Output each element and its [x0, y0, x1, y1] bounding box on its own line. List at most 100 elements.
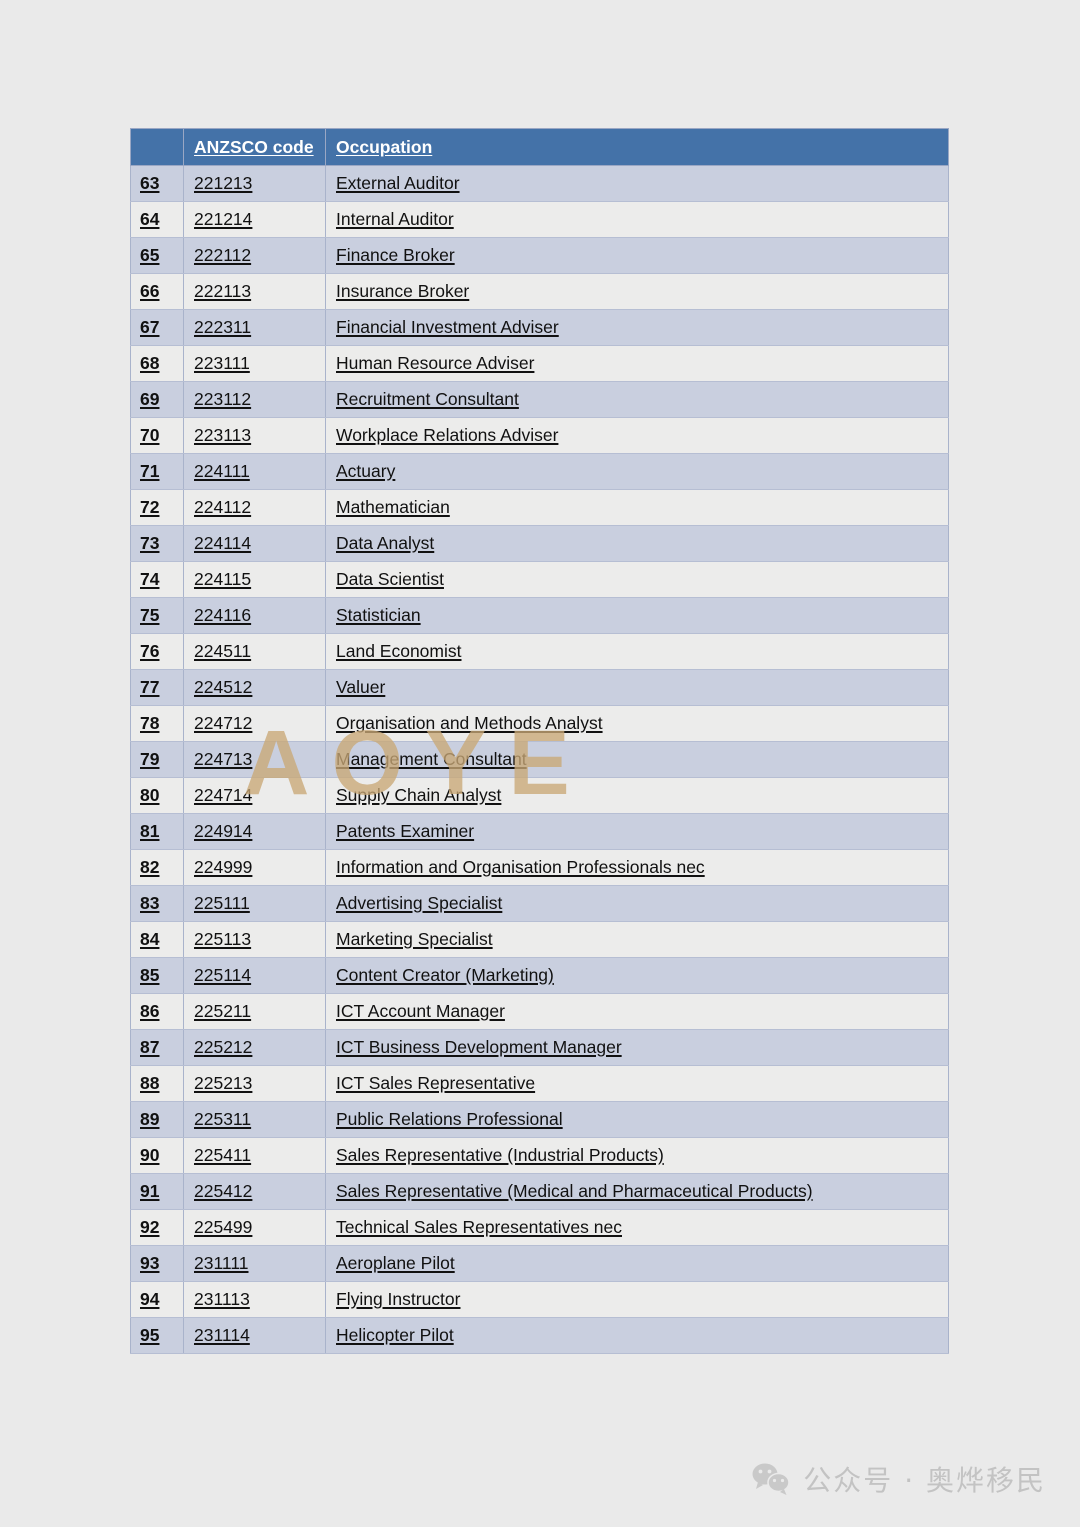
anzsco-code-cell: 224914	[183, 813, 326, 850]
row-index-text: 93	[140, 1253, 160, 1273]
row-index-cell: 94	[130, 1281, 184, 1318]
anzsco-code-cell: 225411	[183, 1137, 326, 1174]
occupation-text: Sales Representative (Industrial Product…	[336, 1145, 664, 1165]
anzsco-code-cell: 224714	[183, 777, 326, 814]
occupation-cell: Management Consultant	[325, 741, 949, 778]
anzsco-code-cell: 231113	[183, 1281, 326, 1318]
anzsco-code-text: 225111	[194, 893, 250, 913]
row-index-text: 66	[140, 281, 160, 301]
column-header-anzsco-code: ANZSCO code	[183, 128, 326, 166]
table-row: 70 223113 Workplace Relations Adviser	[130, 417, 949, 454]
row-index-cell: 75	[130, 597, 184, 634]
table-row: 78 224712 Organisation and Methods Analyst	[130, 705, 949, 742]
anzsco-code-text: 222113	[194, 281, 252, 301]
table-row: 80 224714 Supply Chain Analyst	[130, 777, 949, 814]
row-index-text: 72	[140, 497, 160, 517]
row-index-cell: 91	[130, 1173, 184, 1210]
row-index-text: 78	[140, 713, 160, 733]
row-index-text: 79	[140, 749, 160, 769]
row-index-cell: 77	[130, 669, 184, 706]
anzsco-code-cell: 225114	[183, 957, 326, 994]
occupation-cell: Content Creator (Marketing)	[325, 957, 949, 994]
anzsco-code-cell: 224116	[183, 597, 326, 634]
row-index-cell: 92	[130, 1209, 184, 1246]
occupation-text: Human Resource Adviser	[336, 353, 535, 373]
occupation-cell: Marketing Specialist	[325, 921, 949, 958]
table-row: 85 225114 Content Creator (Marketing)	[130, 957, 949, 994]
row-index-cell: 73	[130, 525, 184, 562]
anzsco-code-text: 225213	[194, 1073, 253, 1093]
anzsco-code-cell: 231111	[183, 1245, 326, 1282]
anzsco-code-text: 224511	[194, 641, 252, 661]
row-index-text: 84	[140, 929, 160, 949]
table-row: 69 223112 Recruitment Consultant	[130, 381, 949, 418]
row-index-cell: 88	[130, 1065, 184, 1102]
row-index-text: 64	[140, 209, 160, 229]
anzsco-code-text: 224115	[194, 569, 252, 589]
row-index-text: 87	[140, 1037, 160, 1057]
table-row: 66 222113 Insurance Broker	[130, 273, 949, 310]
row-index-text: 65	[140, 245, 160, 265]
occupation-cell: Human Resource Adviser	[325, 345, 949, 382]
row-index-text: 83	[140, 893, 160, 913]
anzsco-code-text: 225411	[194, 1145, 252, 1165]
row-index-cell: 85	[130, 957, 184, 994]
occupation-text: Helicopter Pilot	[336, 1325, 454, 1345]
occupation-text: Content Creator (Marketing)	[336, 965, 554, 985]
table-row: 94 231113 Flying Instructor	[130, 1281, 949, 1318]
row-index-text: 75	[140, 605, 160, 625]
table-row: 72 224112 Mathematician	[130, 489, 949, 526]
table-row: 73 224114 Data Analyst	[130, 525, 949, 562]
anzsco-code-cell: 221214	[183, 201, 326, 238]
occupation-text: Flying Instructor	[336, 1289, 461, 1309]
occupation-cell: Sales Representative (Industrial Product…	[325, 1137, 949, 1174]
anzsco-code-text: 225499	[194, 1217, 253, 1237]
table-row: 88 225213 ICT Sales Representative	[130, 1065, 949, 1102]
anzsco-code-cell: 224511	[183, 633, 326, 670]
row-index-text: 92	[140, 1217, 160, 1237]
row-index-text: 81	[140, 821, 160, 841]
anzsco-code-cell: 224111	[183, 453, 326, 490]
anzsco-code-cell: 222311	[183, 309, 326, 346]
occupation-text: Valuer	[336, 677, 386, 697]
anzsco-code-text: 231113	[194, 1289, 250, 1309]
anzsco-code-text: 224116	[194, 605, 252, 625]
anzsco-code-cell: 222112	[183, 237, 326, 274]
occupation-cell: Internal Auditor	[325, 201, 949, 238]
anzsco-code-text: 224714	[194, 785, 253, 805]
occupation-text: Workplace Relations Adviser	[336, 425, 559, 445]
occupation-cell: Actuary	[325, 453, 949, 490]
anzsco-code-text: 224512	[194, 677, 253, 697]
wechat-icon	[751, 1462, 791, 1496]
anzsco-code-cell: 225311	[183, 1101, 326, 1138]
occupation-cell: Workplace Relations Adviser	[325, 417, 949, 454]
row-index-text: 90	[140, 1145, 160, 1165]
occupation-text: Supply Chain Analyst	[336, 785, 502, 805]
table-body: 63 221213 External Auditor 64 221214 Internal…	[130, 165, 949, 1354]
table-row: 74 224115 Data Scientist	[130, 561, 949, 598]
anzsco-code-cell: 231114	[183, 1317, 326, 1354]
anzsco-code-text: 224999	[194, 857, 253, 877]
column-header-index	[130, 128, 184, 166]
anzsco-code-cell: 225111	[183, 885, 326, 922]
occupation-cell: ICT Account Manager	[325, 993, 949, 1030]
anzsco-code-text: 225311	[194, 1109, 252, 1129]
occupation-cell: Technical Sales Representatives nec	[325, 1209, 949, 1246]
anzsco-code-text: 222112	[194, 245, 252, 265]
anzsco-code-cell: 225211	[183, 993, 326, 1030]
row-index-text: 85	[140, 965, 160, 985]
occupation-cell: ICT Business Development Manager	[325, 1029, 949, 1066]
anzsco-code-text: 224713	[194, 749, 253, 769]
row-index-text: 86	[140, 1001, 160, 1021]
occupation-table: ANZSCO code Occupation 63 221213 External …	[130, 128, 949, 1354]
row-index-cell: 83	[130, 885, 184, 922]
occupation-cell: Mathematician	[325, 489, 949, 526]
row-index-cell: 67	[130, 309, 184, 346]
occupation-cell: External Auditor	[325, 165, 949, 202]
occupation-text: ICT Business Development Manager	[336, 1037, 622, 1057]
occupation-cell: Insurance Broker	[325, 273, 949, 310]
occupation-text: External Auditor	[336, 173, 460, 193]
row-index-cell: 65	[130, 237, 184, 274]
row-index-cell: 89	[130, 1101, 184, 1138]
row-index-text: 74	[140, 569, 160, 589]
